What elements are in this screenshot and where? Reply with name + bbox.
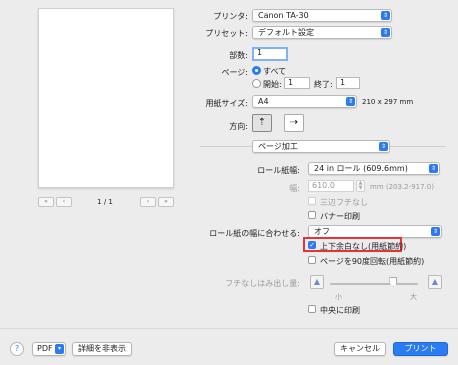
landscape-orientation-button[interactable]: ⇢: [284, 114, 304, 132]
extension-slider-knob[interactable]: [389, 277, 398, 287]
pages-to-field[interactable]: 1: [336, 77, 360, 89]
last-page-button[interactable]: »: [158, 197, 174, 207]
width-stepper[interactable]: ▲ ▼: [356, 180, 365, 192]
width-unit: mm (203.2-917.0): [370, 183, 434, 191]
three-side-borderless-label: 三辺フチなし: [320, 198, 368, 207]
center-print-label: 中央に印刷: [320, 306, 360, 315]
large-extension-icon: ▲: [428, 275, 442, 289]
rotate-90-checkbox[interactable]: [308, 256, 316, 264]
portrait-orientation-button[interactable]: ⇡: [252, 114, 272, 132]
popup-arrows-icon: ⇕: [381, 11, 390, 20]
roll-paper-value: 24 in ロール (609.6mm): [314, 164, 408, 173]
pages-all-label: すべて: [263, 67, 287, 76]
banner-print-checkbox[interactable]: [308, 211, 316, 219]
popup-arrows-icon: ⇕: [431, 227, 440, 236]
rotate-90-label: ページを90度回転(用紙節約): [320, 257, 425, 266]
no-top-bottom-margin-label: 上下余白なし(用紙節約): [320, 242, 407, 251]
small-extension-icon: ▲: [310, 275, 324, 289]
popup-arrows-icon: ⇕: [346, 97, 355, 106]
printer-popup[interactable]: Canon TA-30 ⇕: [252, 9, 392, 22]
popup-arrows-icon: ⇕: [429, 164, 438, 173]
help-button[interactable]: ?: [10, 342, 24, 356]
pages-label: ページ:: [221, 68, 248, 77]
next-page-button[interactable]: ›: [140, 197, 156, 207]
first-page-button[interactable]: «: [38, 197, 54, 207]
landscape-person-icon: ⇢: [289, 117, 299, 128]
copies-label: 部数:: [229, 51, 248, 60]
portrait-person-icon: ⇡: [257, 117, 267, 128]
roll-paper-popup[interactable]: 24 in ロール (609.6mm) ⇕: [308, 162, 440, 175]
fit-roll-label: ロール紙の幅に合わせる:: [209, 229, 300, 238]
copies-field[interactable]: 1: [252, 47, 288, 61]
chevron-down-icon: ▾: [55, 344, 64, 354]
borderless-extension-label: フチなしはみ出し量:: [225, 279, 300, 288]
pages-from-field[interactable]: 1: [284, 77, 310, 89]
pages-all-radio[interactable]: [252, 66, 261, 75]
pdf-label: PDF: [37, 344, 53, 353]
center-print-checkbox[interactable]: [308, 305, 316, 313]
panel-popup[interactable]: ページ加工 ⇕: [252, 140, 390, 153]
previous-page-button[interactable]: ‹: [56, 197, 72, 207]
slider-large-label: 大: [410, 293, 417, 301]
cancel-button[interactable]: キャンセル: [334, 342, 386, 356]
orientation-label: 方向:: [229, 122, 248, 131]
paper-dimensions: 210 x 297 mm: [362, 98, 414, 106]
pages-to-label: 終了:: [314, 80, 333, 89]
footer-divider: [0, 328, 458, 329]
panel-value: ページ加工: [258, 142, 298, 151]
paper-size-value: A4: [258, 97, 269, 106]
pages-from-label: 開始:: [263, 80, 282, 89]
no-top-bottom-margin-checkbox[interactable]: ✓: [308, 241, 316, 249]
page-indicator: 1 / 1: [97, 198, 113, 206]
preset-value: デフォルト設定: [258, 28, 314, 37]
extension-slider-track[interactable]: [330, 283, 418, 285]
pages-range-radio[interactable]: [252, 79, 261, 88]
popup-arrows-icon: ⇕: [379, 142, 388, 151]
pdf-menu-button[interactable]: PDF ▾: [32, 342, 66, 356]
width-field[interactable]: 610.0: [308, 180, 354, 192]
checkmark-icon: ✓: [309, 241, 315, 249]
print-button[interactable]: プリント: [393, 342, 448, 356]
preset-popup[interactable]: デフォルト設定 ⇕: [252, 26, 392, 39]
fit-roll-value: オフ: [314, 227, 330, 236]
preset-label: プリセット:: [205, 29, 248, 38]
printer-value: Canon TA-30: [258, 11, 309, 20]
roll-paper-label: ロール紙幅:: [257, 166, 300, 175]
hide-details-button[interactable]: 詳細を非表示: [72, 342, 132, 356]
printer-label: プリンタ:: [213, 12, 248, 21]
paper-size-popup[interactable]: A4 ⇕: [252, 95, 357, 108]
slider-small-label: 小: [335, 293, 342, 301]
paper-size-label: 用紙サイズ:: [205, 99, 248, 108]
three-side-borderless-checkbox[interactable]: [308, 197, 316, 205]
page-preview: [38, 8, 174, 188]
banner-print-label: バナー印刷: [320, 212, 360, 221]
width-label: 幅:: [289, 184, 300, 193]
popup-arrows-icon: ⇕: [381, 28, 390, 37]
